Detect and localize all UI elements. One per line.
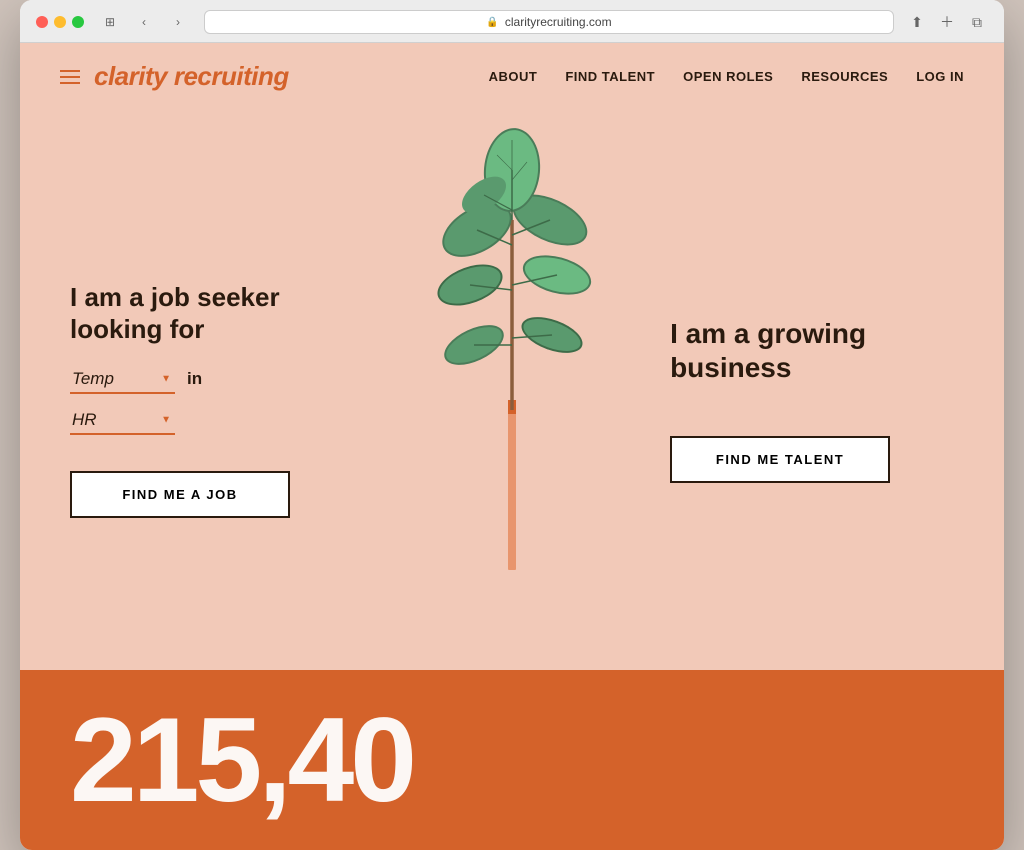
browser-action-buttons: ⬆ ＋ ⧉ — [906, 11, 988, 33]
growing-business-heading: I am a growing business — [670, 317, 954, 384]
maximize-button[interactable] — [72, 16, 84, 28]
hero-section: I am a job seeker looking for Temp Full-… — [20, 110, 1004, 670]
browser-window: ⊞ ‹ › 🔒 clarityrecruiting.com ⬆ ＋ ⧉ clar… — [20, 0, 1004, 850]
find-me-talent-button[interactable]: FIND ME TALENT — [670, 436, 890, 483]
job-category-select[interactable]: HR Marketing Finance Tech Sales — [70, 406, 175, 435]
hero-center-plant — [394, 110, 630, 670]
share-button[interactable]: ⬆ — [906, 11, 928, 33]
nav-left: clarity recruiting — [60, 61, 289, 92]
nav-about[interactable]: ABOUT — [489, 69, 538, 84]
nav-find-talent[interactable]: FIND TALENT — [565, 69, 655, 84]
job-seeker-heading: I am a job seeker looking for — [70, 282, 354, 344]
nav-links: ABOUT FIND TALENT OPEN ROLES RESOURCES L… — [489, 69, 964, 84]
sidebar-toggle-button[interactable]: ⊞ — [96, 11, 124, 33]
url-text: clarityrecruiting.com — [505, 15, 612, 29]
address-bar[interactable]: 🔒 clarityrecruiting.com — [204, 10, 894, 34]
find-me-a-job-button[interactable]: FIND ME A JOB — [70, 471, 290, 518]
in-label: in — [187, 369, 202, 389]
minimize-button[interactable] — [54, 16, 66, 28]
browser-controls: ⊞ ‹ › — [96, 11, 192, 33]
hamburger-line-3 — [60, 82, 80, 84]
brand-name[interactable]: clarity recruiting — [94, 61, 289, 92]
plant-svg — [422, 110, 602, 570]
forward-button[interactable]: › — [164, 11, 192, 33]
browser-chrome: ⊞ ‹ › 🔒 clarityrecruiting.com ⬆ ＋ ⧉ — [20, 0, 1004, 43]
website-content: clarity recruiting ABOUT FIND TALENT OPE… — [20, 43, 1004, 850]
traffic-lights — [36, 16, 84, 28]
windows-button[interactable]: ⧉ — [966, 11, 988, 33]
stats-section: 215,40 — [20, 670, 1004, 850]
job-category-row: HR Marketing Finance Tech Sales ▼ — [70, 406, 354, 435]
stats-numbers: 215,40 — [70, 700, 413, 820]
job-category-dropdown-wrapper: HR Marketing Finance Tech Sales ▼ — [70, 406, 175, 435]
hamburger-line-1 — [60, 70, 80, 72]
hamburger-menu[interactable] — [60, 70, 80, 84]
job-seeker-panel: I am a job seeker looking for Temp Full-… — [20, 110, 394, 670]
plant-illustration — [412, 110, 612, 630]
main-nav: clarity recruiting ABOUT FIND TALENT OPE… — [20, 43, 1004, 110]
nav-log-in[interactable]: LOG IN — [916, 69, 964, 84]
job-type-select[interactable]: Temp Full-Time Part-Time Contract — [70, 365, 175, 394]
back-button[interactable]: ‹ — [130, 11, 158, 33]
job-type-row: Temp Full-Time Part-Time Contract ▼ in — [70, 365, 354, 394]
growing-business-panel: I am a growing business FIND ME TALENT — [630, 110, 1004, 670]
close-button[interactable] — [36, 16, 48, 28]
job-type-dropdown-wrapper: Temp Full-Time Part-Time Contract ▼ — [70, 365, 175, 394]
lock-icon: 🔒 — [486, 17, 498, 28]
new-tab-button[interactable]: ＋ — [936, 11, 958, 33]
nav-open-roles[interactable]: OPEN ROLES — [683, 69, 773, 84]
hamburger-line-2 — [60, 76, 80, 78]
nav-resources[interactable]: RESOURCES — [801, 69, 888, 84]
